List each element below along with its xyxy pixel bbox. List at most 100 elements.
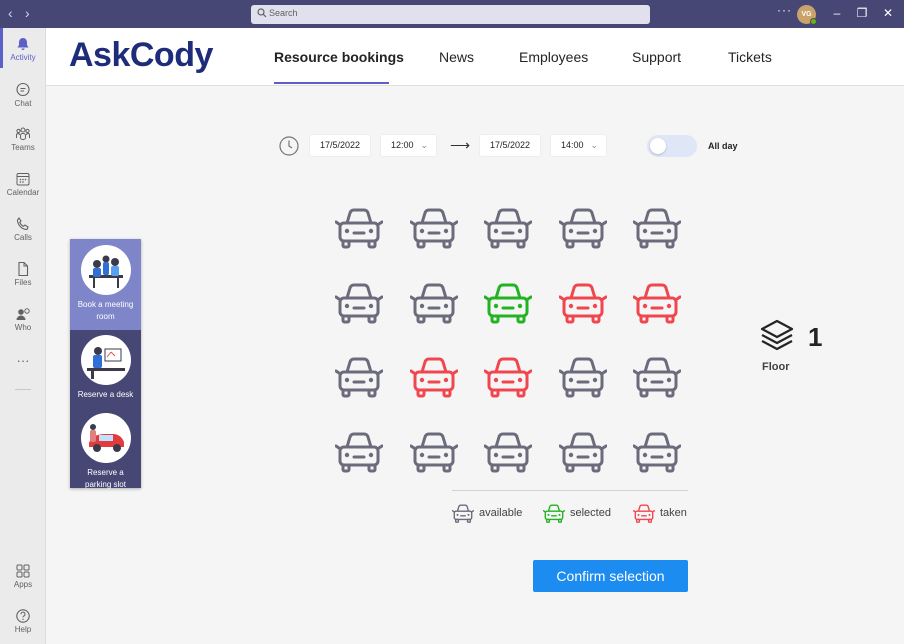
car-icon bbox=[409, 208, 458, 249]
parking-slot-available[interactable] bbox=[632, 203, 682, 251]
start-time-select[interactable]: 12:00 ⌄ bbox=[381, 135, 436, 156]
menu-item-label: Reserve a desk bbox=[77, 390, 134, 399]
floor-number[interactable]: 1 bbox=[808, 322, 822, 353]
parking-slot-available[interactable] bbox=[409, 203, 458, 251]
avatar[interactable]: VG bbox=[797, 5, 817, 25]
parking-slot-selected[interactable] bbox=[483, 278, 533, 326]
rail-label: Calls bbox=[14, 233, 32, 242]
rail-item-apps[interactable]: Apps bbox=[0, 563, 46, 589]
car-icon bbox=[483, 357, 533, 398]
start-time-value: 12:00 bbox=[391, 140, 414, 150]
car-icon bbox=[483, 283, 533, 323]
car-icon bbox=[632, 432, 682, 472]
phone-icon bbox=[16, 217, 29, 231]
parking-slot-available[interactable] bbox=[558, 427, 607, 475]
parking-slot-taken bbox=[409, 352, 458, 400]
parking-slot-available[interactable] bbox=[409, 278, 458, 326]
back-arrow-icon[interactable]: ‹ bbox=[8, 5, 13, 21]
car-icon bbox=[334, 357, 384, 398]
confirm-selection-button[interactable]: Confirm selection bbox=[533, 560, 688, 592]
rail-item-calls[interactable]: Calls bbox=[0, 216, 46, 242]
parking-slot-available[interactable] bbox=[334, 352, 384, 400]
parking-slot-available[interactable] bbox=[558, 352, 607, 400]
car-icon bbox=[483, 208, 533, 249]
all-day-label: All day bbox=[708, 141, 738, 151]
parking-slot-available[interactable] bbox=[632, 352, 682, 400]
rail-item-calendar[interactable]: Calendar bbox=[0, 171, 46, 197]
rail-item-files[interactable]: Files bbox=[0, 261, 46, 287]
car-icon bbox=[558, 208, 607, 249]
forward-arrow-icon[interactable]: › bbox=[25, 5, 30, 21]
reserve-desk-button[interactable]: Reserve a desk bbox=[70, 330, 141, 405]
end-date-field[interactable]: 17/5/2022 bbox=[480, 135, 540, 156]
legend-label: selected bbox=[570, 507, 611, 519]
start-date-field[interactable]: 17/5/2022 bbox=[310, 135, 370, 156]
parking-slot-taken bbox=[558, 278, 607, 326]
car-icon bbox=[409, 283, 458, 323]
parking-slot-taken bbox=[632, 278, 682, 326]
parking-slot-available[interactable] bbox=[334, 203, 384, 251]
search-icon bbox=[257, 8, 267, 18]
rail-label: Apps bbox=[13, 580, 33, 589]
car-icon bbox=[632, 357, 682, 398]
tab-support[interactable]: Support bbox=[632, 49, 681, 65]
tab-news[interactable]: News bbox=[439, 49, 474, 65]
rail-label: Who bbox=[14, 323, 32, 332]
rail-label: Files bbox=[14, 278, 32, 287]
rail-divider bbox=[15, 389, 31, 390]
car-icon bbox=[632, 208, 682, 249]
rail-item-chat[interactable]: Chat bbox=[0, 82, 46, 108]
tab-employees[interactable]: Employees bbox=[519, 49, 588, 65]
end-time-value: 14:00 bbox=[561, 140, 584, 150]
car-icon bbox=[558, 283, 607, 323]
layers-icon bbox=[760, 319, 794, 351]
parking-slot-available[interactable] bbox=[409, 427, 458, 475]
car-icon bbox=[558, 357, 607, 398]
car-icon bbox=[632, 504, 656, 523]
parking-illustration-icon bbox=[80, 413, 131, 463]
rail-item-who[interactable]: Who bbox=[0, 306, 46, 332]
car-icon bbox=[409, 432, 458, 472]
floor-label: Floor bbox=[762, 361, 790, 373]
resource-type-menu: Book a meeting room Reserve a desk Reser… bbox=[70, 239, 141, 489]
rail-item-help[interactable]: Help bbox=[0, 608, 46, 634]
restore-icon[interactable]: ❐ bbox=[854, 5, 870, 21]
parking-slot-available[interactable] bbox=[483, 427, 533, 475]
active-tab-underline bbox=[274, 82, 389, 84]
parking-slot-available[interactable] bbox=[632, 427, 682, 475]
tab-tickets[interactable]: Tickets bbox=[728, 49, 772, 65]
reserve-parking-slot-button[interactable]: Reserve a parking slot bbox=[70, 405, 141, 489]
rail-label: Teams bbox=[11, 143, 35, 152]
presence-icon bbox=[810, 18, 817, 25]
tab-resource-bookings[interactable]: Resource bookings bbox=[274, 49, 404, 65]
car-icon bbox=[334, 283, 384, 323]
legend-item-selected: selected bbox=[542, 502, 611, 529]
legend-item-taken: taken bbox=[632, 502, 687, 529]
rail-item-activity[interactable]: Activity bbox=[0, 36, 46, 62]
file-icon bbox=[18, 261, 29, 277]
app-header: AskCody Resource bookings News Employees… bbox=[46, 28, 904, 86]
rail-more-icon[interactable]: ··· bbox=[0, 353, 46, 368]
desk-illustration-icon bbox=[80, 335, 131, 385]
end-time-select[interactable]: 14:00 ⌄ bbox=[551, 135, 606, 156]
rail-item-teams[interactable]: Teams bbox=[0, 126, 46, 152]
minimize-icon[interactable]: – bbox=[829, 5, 845, 21]
app-rail: Activity Chat Teams Calendar Calls Files… bbox=[0, 28, 46, 644]
book-meeting-room-button[interactable]: Book a meeting room bbox=[70, 239, 141, 330]
who-icon bbox=[16, 308, 30, 320]
parking-slot-available[interactable] bbox=[483, 203, 533, 251]
askcody-logo[interactable]: AskCody bbox=[69, 36, 213, 75]
parking-slot-available[interactable] bbox=[334, 278, 384, 326]
more-options-icon[interactable]: ··· bbox=[777, 3, 792, 17]
parking-slot-available[interactable] bbox=[334, 427, 384, 475]
all-day-toggle[interactable] bbox=[647, 135, 697, 157]
close-icon[interactable]: ✕ bbox=[880, 5, 896, 21]
help-icon bbox=[16, 609, 30, 623]
legend-divider bbox=[452, 490, 688, 491]
chevron-down-icon: ⌄ bbox=[590, 140, 598, 150]
search-input[interactable]: Search bbox=[251, 5, 650, 24]
car-icon bbox=[542, 504, 566, 523]
parking-slot-available[interactable] bbox=[558, 203, 607, 251]
car-icon bbox=[334, 432, 384, 472]
car-icon bbox=[451, 504, 475, 523]
